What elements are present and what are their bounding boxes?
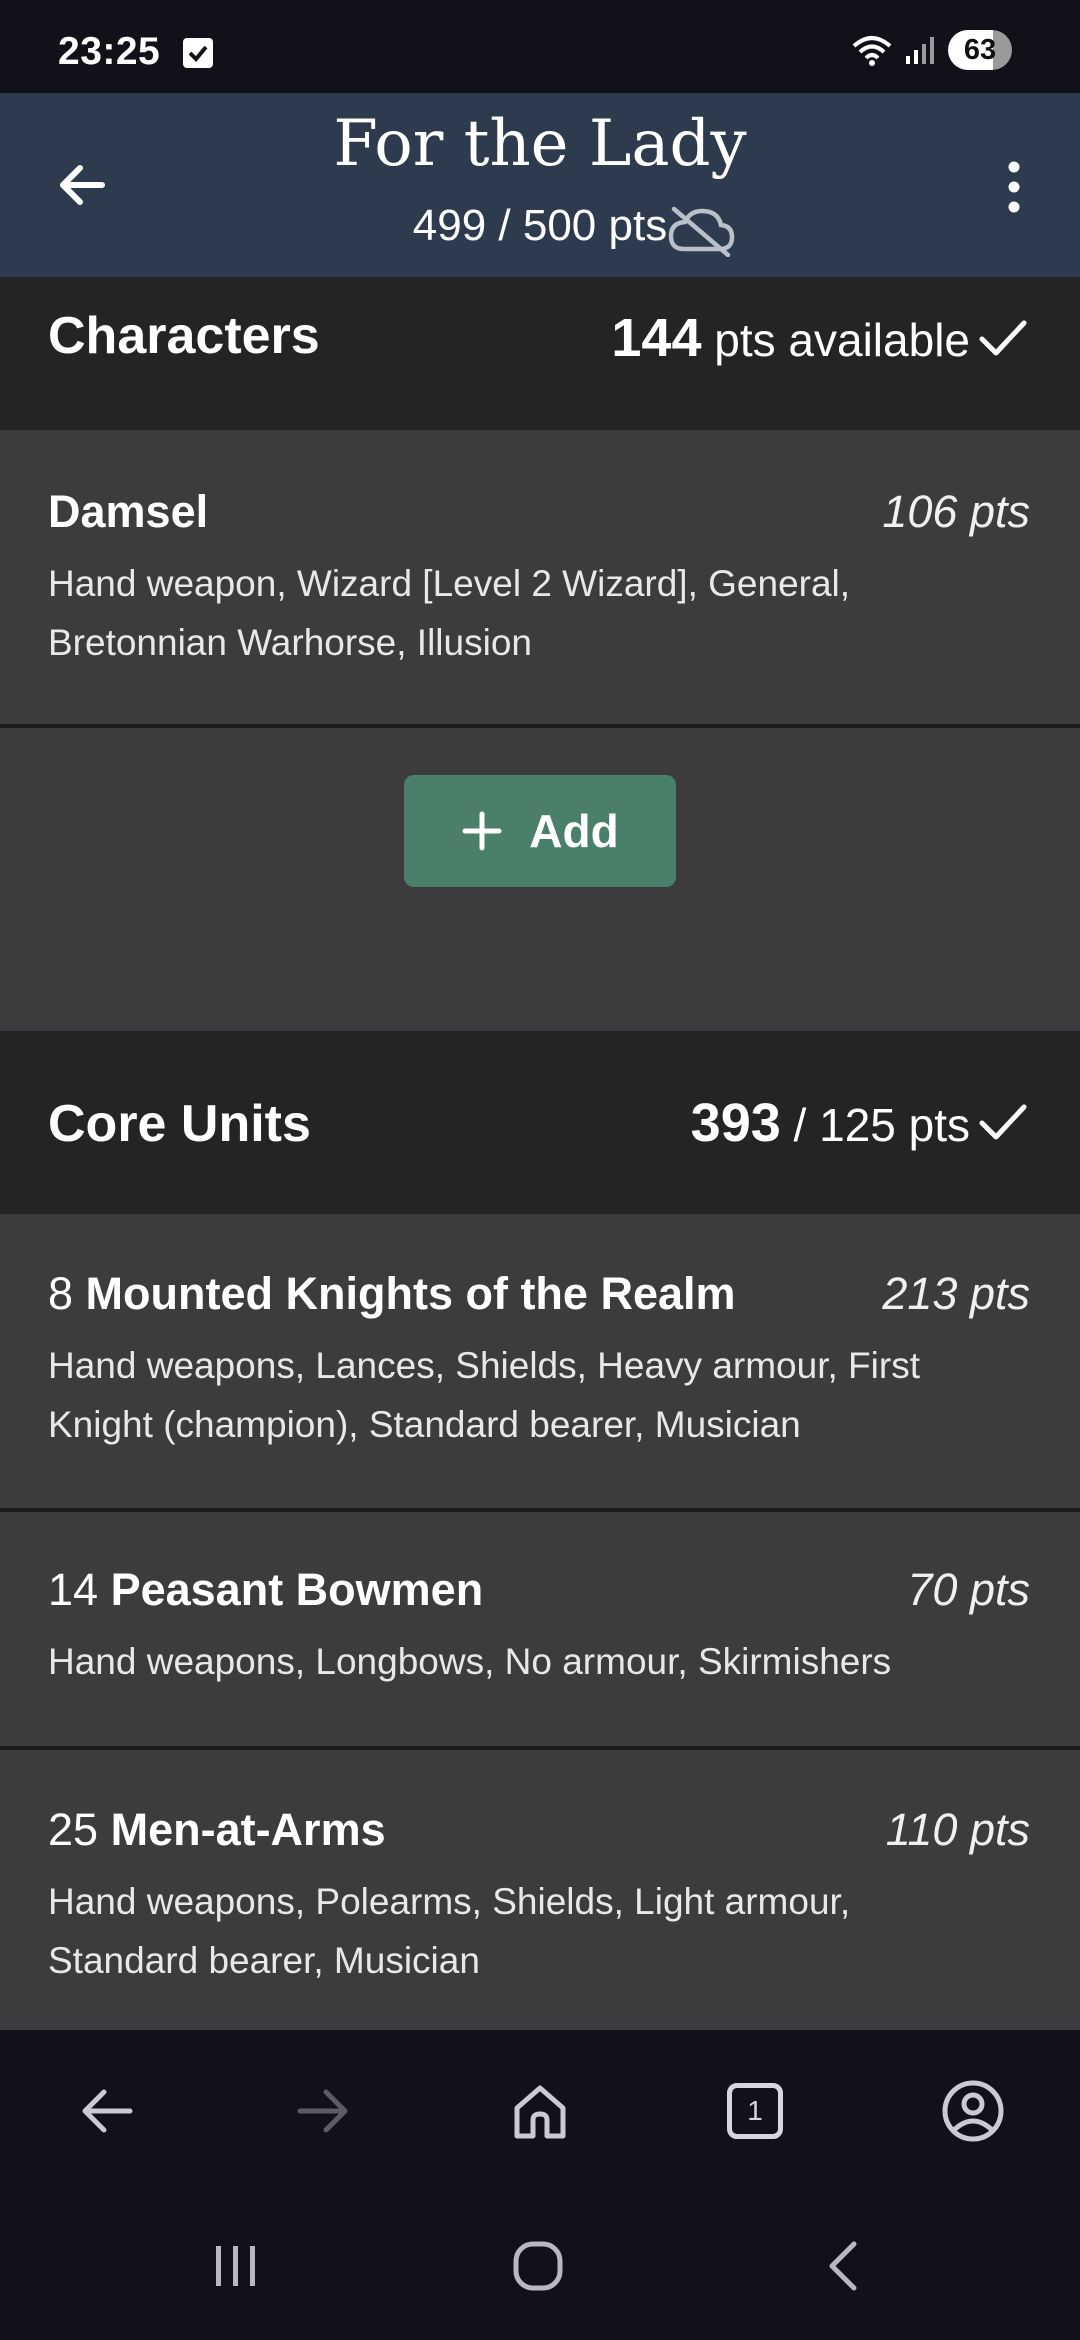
unit-count: 8: [48, 1268, 74, 1319]
unit-points: 110 pts: [885, 1804, 1030, 1855]
unit-points: 106 pts: [882, 486, 1030, 537]
checkbox-notification-icon: [183, 38, 213, 68]
section-title: Characters: [48, 307, 320, 365]
points-total: 499 / 500 pts: [412, 201, 668, 250]
section-points-suffix: / 125 pts: [793, 1099, 970, 1151]
account-circle-icon[interactable]: [938, 2076, 1008, 2146]
unit-title: Mounted Knights of the Realm: [85, 1268, 736, 1319]
unit-card-damsel[interactable]: Damsel 106 pts Hand weapon, Wizard [Leve…: [0, 430, 1080, 728]
add-button-label: Add: [529, 805, 619, 857]
unit-card-men-at-arms[interactable]: 25 Men-at-Arms 110 pts Hand weapons, Pol…: [0, 1750, 1080, 2030]
unit-name: 25 Men-at-Arms: [48, 1804, 386, 1856]
signal-icon: [906, 37, 934, 64]
check-icon: [979, 320, 1027, 356]
section-points-value: 144: [611, 308, 702, 368]
browser-back-icon[interactable]: [72, 2076, 142, 2146]
unit-equipment: Hand weapons, Lances, Shields, Heavy arm…: [48, 1345, 920, 1445]
unit-name: 14 Peasant Bowmen: [48, 1564, 483, 1616]
list-title: For the Lady: [333, 107, 747, 181]
section-points: 393 / 125 pts: [691, 1092, 970, 1154]
section-points-value: 393: [690, 1093, 781, 1153]
browser-toolbar: [0, 2030, 1080, 2190]
add-button[interactable]: Add: [404, 775, 676, 887]
unit-equipment: Hand weapons, Polearms, Shields, Light a…: [48, 1881, 851, 1981]
section-header-characters: Characters 144 pts available: [0, 277, 1080, 430]
status-indicators: 63: [850, 30, 1012, 70]
back-nav-icon[interactable]: [812, 2234, 876, 2298]
unit-card-mounted-knights[interactable]: 8 Mounted Knights of the Realm 213 pts H…: [0, 1214, 1080, 1512]
unit-title: Peasant Bowmen: [110, 1564, 484, 1615]
wifi-icon: [852, 36, 892, 66]
unit-points: 70 pts: [907, 1564, 1030, 1615]
battery-indicator: 63: [948, 30, 1012, 70]
unit-count: 25: [48, 1804, 99, 1855]
home-icon[interactable]: [505, 2076, 575, 2146]
system-navigation-bar: [0, 2190, 1080, 2340]
unit-equipment: Hand weapon, Wizard [Level 2 Wizard], Ge…: [48, 563, 851, 663]
tabs-button[interactable]: 1: [727, 2083, 783, 2139]
unit-card-peasant-bowmen[interactable]: 14 Peasant Bowmen 70 pts Hand weapons, L…: [0, 1512, 1080, 1750]
unit-equipment: Hand weapons, Longbows, No armour, Skirm…: [48, 1641, 892, 1682]
unit-name: Damsel: [48, 486, 209, 537]
status-bar: 23:25 63: [0, 0, 1080, 93]
unit-count: 14: [48, 1564, 99, 1615]
plus-icon: [462, 811, 502, 851]
section-header-core-units: Core Units 393 / 125 pts: [0, 1031, 1080, 1214]
more-vertical-icon[interactable]: [1004, 159, 1024, 215]
unit-name: 8 Mounted Knights of the Realm: [48, 1268, 736, 1320]
section-title: Core Units: [48, 1095, 311, 1153]
home-nav-icon[interactable]: [506, 2234, 570, 2298]
status-time: 23:25: [58, 30, 161, 73]
section-points: 144 pts available: [611, 307, 970, 369]
add-unit-area: Add: [0, 728, 1080, 1031]
section-points-suffix: pts available: [714, 314, 970, 366]
points-summary: 499 / 500 pts: [0, 201, 1080, 251]
browser-forward-icon[interactable]: [288, 2076, 358, 2146]
recent-apps-icon[interactable]: [204, 2234, 268, 2298]
cloud-off-icon[interactable]: [666, 205, 736, 257]
unit-points: 213 pts: [882, 1268, 1030, 1319]
check-icon: [979, 1104, 1027, 1140]
unit-title: Men-at-Arms: [110, 1804, 386, 1855]
app-header: For the Lady 499 / 500 pts: [0, 93, 1080, 277]
